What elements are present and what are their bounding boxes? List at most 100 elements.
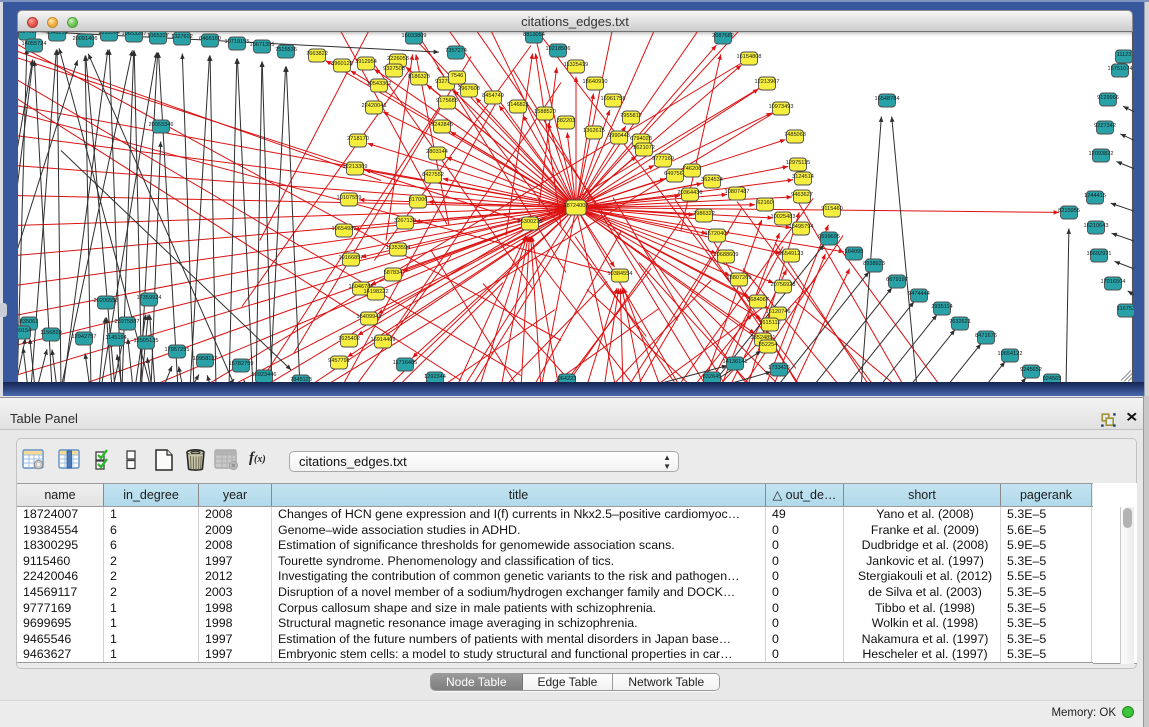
- svg-text:10025483: 10025483: [771, 214, 796, 220]
- svg-text:7485063: 7485063: [784, 132, 806, 138]
- svg-text:8454749: 8454749: [482, 93, 504, 99]
- svg-text:16549123: 16549123: [779, 251, 804, 257]
- svg-text:9699695: 9699695: [818, 234, 840, 240]
- svg-text:1156829: 1156829: [40, 330, 61, 336]
- svg-text:9242845: 9242845: [431, 122, 453, 128]
- svg-text:10671355: 10671355: [250, 42, 275, 48]
- svg-text:9245652: 9245652: [1020, 367, 1042, 373]
- svg-text:9146821: 9146821: [507, 102, 529, 108]
- svg-text:13495794: 13495794: [789, 224, 814, 230]
- svg-text:7632621: 7632621: [949, 319, 971, 325]
- svg-text:7663822: 7663822: [306, 51, 328, 57]
- svg-text:924565: 924565: [1043, 376, 1062, 382]
- svg-text:10654122: 10654122: [998, 351, 1023, 357]
- svg-text:12942757: 12942757: [72, 334, 97, 340]
- svg-text:1292344: 1292344: [424, 374, 446, 380]
- svg-text:2935114: 2935114: [931, 304, 952, 310]
- svg-text:7357274: 7357274: [445, 48, 467, 54]
- svg-text:6679197: 6679197: [886, 277, 908, 283]
- svg-text:1244415: 1244415: [1084, 193, 1106, 199]
- svg-text:8215955: 8215955: [1058, 208, 1080, 214]
- svg-text:3124514: 3124514: [792, 174, 814, 180]
- svg-text:19654987: 19654987: [332, 226, 357, 232]
- svg-text:11353594: 11353594: [386, 245, 410, 251]
- svg-text:14198222: 14198222: [364, 289, 389, 295]
- svg-text:6466160: 6466160: [199, 36, 221, 42]
- svg-text:23975887: 23975887: [115, 319, 140, 325]
- svg-text:16210643: 16210643: [1084, 223, 1109, 229]
- svg-text:832645: 832645: [703, 374, 722, 380]
- svg-text:8960128: 8960128: [331, 61, 353, 67]
- svg-text:1327602: 1327602: [171, 34, 193, 40]
- svg-text:1145194: 1145194: [105, 335, 126, 341]
- svg-text:9227342: 9227342: [1094, 123, 1116, 129]
- svg-text:1835564: 1835564: [98, 32, 120, 36]
- svg-text:164095: 164095: [845, 249, 864, 255]
- svg-text:19384554: 19384554: [608, 271, 633, 277]
- svg-text:18724007: 18724007: [564, 203, 589, 209]
- svg-text:22420046: 22420046: [362, 103, 387, 109]
- svg-text:817006: 817006: [409, 197, 428, 203]
- svg-text:1362615: 1362615: [583, 128, 605, 134]
- svg-text:18807269: 18807269: [727, 275, 752, 281]
- svg-text:3912954: 3912954: [355, 59, 377, 65]
- svg-text:1733426: 1733426: [768, 365, 790, 371]
- svg-text:19218506: 19218506: [546, 46, 571, 52]
- svg-text:16033809: 16033809: [402, 33, 427, 39]
- svg-text:12213369: 12213369: [343, 164, 368, 170]
- svg-text:9175685: 9175685: [436, 98, 458, 104]
- svg-text:12975115: 12975115: [786, 160, 810, 166]
- svg-text:15720407: 15720407: [705, 231, 730, 237]
- svg-text:587834: 587834: [384, 270, 403, 276]
- svg-text:17359924: 17359924: [137, 295, 162, 301]
- svg-text:20756928: 20756928: [771, 282, 796, 288]
- svg-text:8186328: 8186328: [408, 74, 430, 80]
- svg-text:3267130: 3267130: [394, 218, 416, 224]
- svg-text:9457791: 9457791: [328, 358, 350, 364]
- svg-text:20364436: 20364436: [678, 190, 703, 196]
- svg-text:382203: 382203: [557, 118, 576, 124]
- svg-text:964223: 964223: [558, 376, 577, 382]
- svg-text:14055724: 14055724: [22, 41, 47, 47]
- svg-text:8813054: 8813054: [523, 32, 545, 38]
- svg-text:17016504: 17016504: [1101, 279, 1126, 285]
- svg-text:1615112: 1615112: [759, 320, 780, 326]
- svg-text:1621072: 1621072: [633, 145, 655, 151]
- svg-text:20206556: 20206556: [94, 298, 119, 304]
- svg-text:7546: 7546: [451, 73, 463, 79]
- svg-text:9463627: 9463627: [791, 192, 813, 198]
- svg-text:939154: 939154: [18, 328, 31, 334]
- svg-text:2967608: 2967608: [458, 86, 480, 92]
- svg-text:19166857: 19166857: [339, 255, 364, 261]
- svg-text:8471676: 8471676: [975, 333, 997, 339]
- svg-text:62160: 62160: [757, 200, 773, 206]
- svg-text:16154808: 16154808: [737, 54, 762, 60]
- svg-text:11716485: 11716485: [393, 360, 417, 366]
- svg-text:9129966: 9129966: [1097, 95, 1119, 101]
- svg-text:7515536: 7515536: [275, 47, 297, 53]
- svg-text:10958117: 10958117: [193, 356, 217, 362]
- svg-text:9474444: 9474444: [908, 291, 930, 297]
- svg-text:7625402: 7625402: [338, 336, 360, 342]
- svg-text:12093822: 12093822: [1089, 151, 1114, 157]
- svg-text:10807487: 10807487: [725, 189, 750, 195]
- svg-text:10688609: 10688609: [714, 252, 739, 258]
- svg-text:8427552: 8427552: [422, 172, 444, 178]
- svg-text:746206: 746206: [683, 166, 702, 172]
- svg-text:8938923: 8938923: [863, 261, 885, 267]
- svg-text:11123: 11123: [1117, 52, 1132, 58]
- svg-text:852254: 852254: [759, 342, 778, 348]
- svg-text:16961758: 16961758: [601, 96, 626, 102]
- svg-text:10653267: 10653267: [122, 32, 147, 37]
- svg-text:1065327: 1065327: [147, 33, 169, 39]
- svg-text:14136141: 14136141: [723, 359, 748, 365]
- svg-text:835061: 835061: [20, 319, 39, 325]
- svg-text:10543362: 10543362: [367, 81, 392, 87]
- svg-text:9115460: 9115460: [821, 206, 842, 212]
- svg-text:2087682: 2087682: [712, 33, 734, 39]
- svg-text:2718170: 2718170: [347, 136, 369, 142]
- svg-text:25300275: 25300275: [518, 219, 543, 225]
- svg-text:17957255: 17957255: [165, 347, 190, 353]
- svg-text:9990448: 9990448: [608, 133, 630, 139]
- svg-text:11325419: 11325419: [564, 62, 588, 68]
